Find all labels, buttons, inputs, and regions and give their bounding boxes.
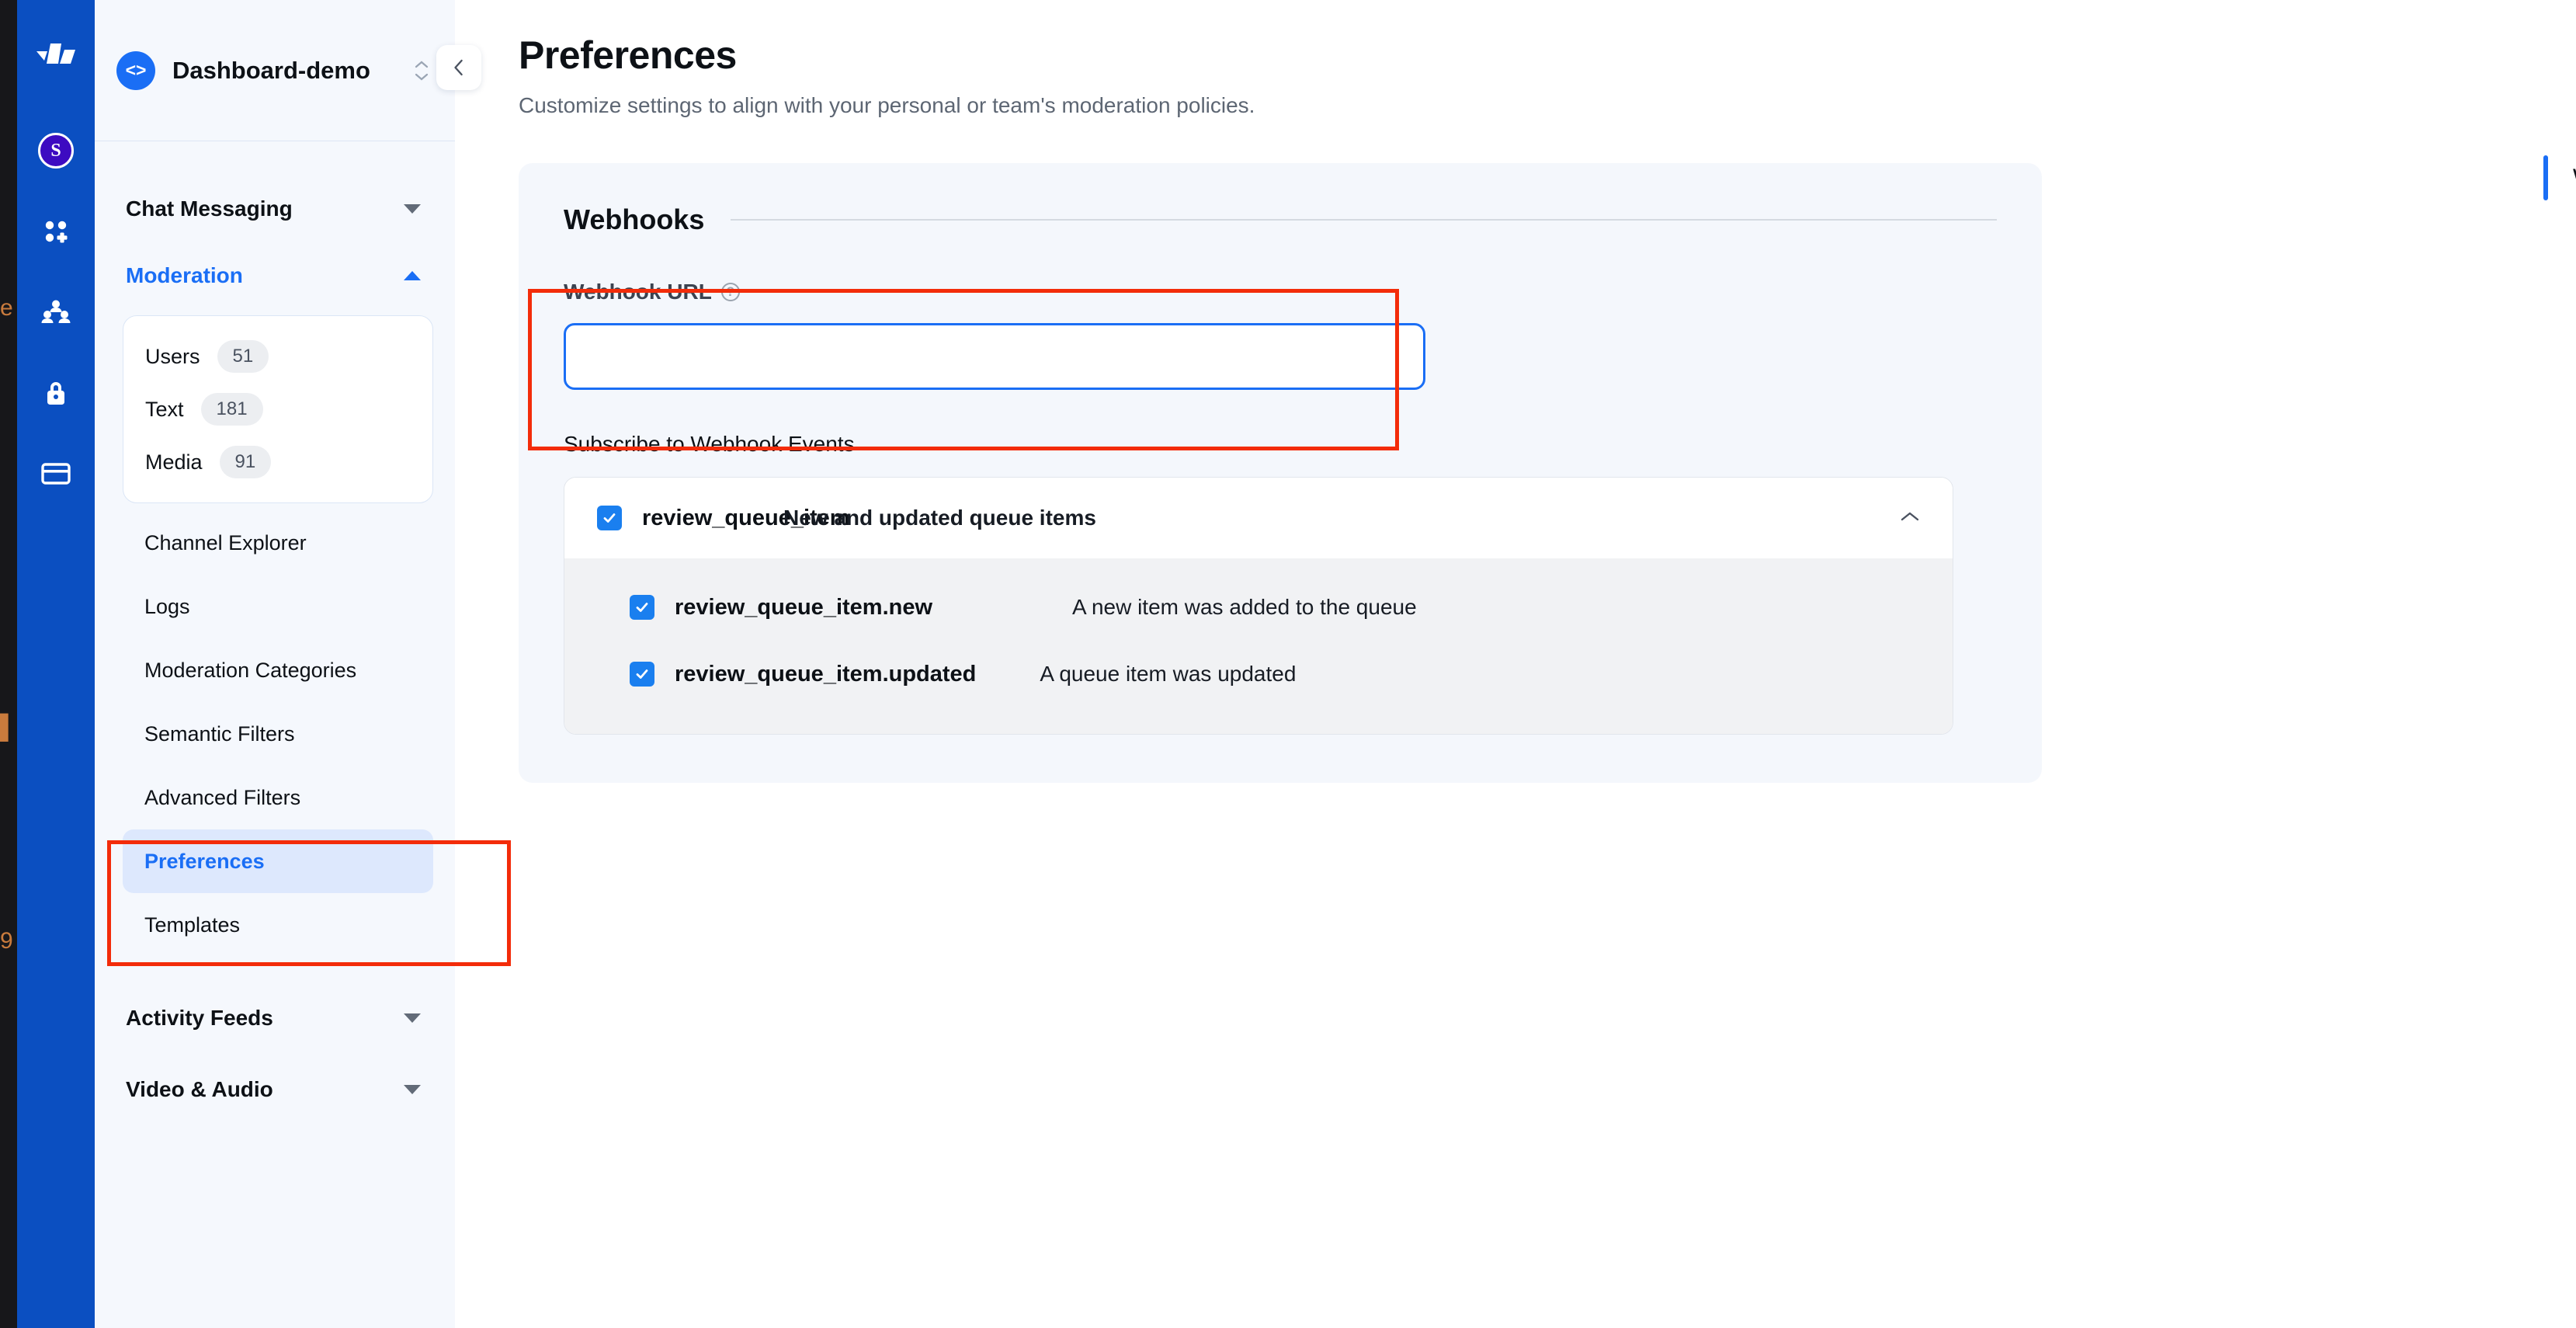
chevron-left-icon xyxy=(454,59,463,76)
event-name: review_queue_item.new xyxy=(675,594,933,620)
background-window-strip: e ▌ 9 xyxy=(0,0,17,1328)
sidebar-item-label: Logs xyxy=(144,594,190,618)
page-subtitle: Customize settings to align with your pe… xyxy=(519,93,1255,117)
main-content: Preferences Customize settings to align … xyxy=(455,0,2576,1328)
event-description: A queue item was updated xyxy=(1040,662,1297,686)
apps-add-icon[interactable] xyxy=(36,211,76,252)
queue-label: Media xyxy=(145,450,203,474)
sidebar-nav: Chat Messaging Moderation Users 51 Text … xyxy=(95,141,455,1123)
event-description: A new item was added to the queue xyxy=(1072,595,1417,619)
queue-count-badge: 181 xyxy=(200,393,263,426)
team-people-icon[interactable] xyxy=(36,292,76,332)
sidebar-item-media[interactable]: Media 91 xyxy=(123,436,432,488)
page-header: Preferences Customize settings to align … xyxy=(455,0,2576,118)
workspace-name: Dashboard-demo xyxy=(172,56,370,84)
background-ghost-text: 9 xyxy=(0,928,13,954)
sidebar-item-logs[interactable]: Logs xyxy=(123,575,433,638)
webhook-url-input[interactable] xyxy=(564,323,1425,390)
sidebar-item-advanced-filters[interactable]: Advanced Filters xyxy=(123,766,433,829)
sidebar-item-label: Preferences xyxy=(144,849,265,873)
sidebar-group-video-audio[interactable]: Video & Audio xyxy=(95,1056,455,1123)
sidebar-item-users[interactable]: Users 51 xyxy=(123,330,432,383)
chevron-down-icon xyxy=(404,1085,421,1094)
header-divider xyxy=(731,219,1997,221)
webhook-event-child-row[interactable]: review_queue_item.updated A queue item w… xyxy=(564,641,1953,707)
sidebar-item-label: Advanced Filters xyxy=(144,785,301,809)
workspace-code-icon: <> xyxy=(116,50,155,90)
chevron-up-down-icon xyxy=(415,61,429,81)
credit-card-icon[interactable] xyxy=(36,454,76,494)
queue-label: Text xyxy=(145,397,184,421)
sidebar-group-label: Moderation xyxy=(126,263,243,287)
sidebar-item-channel-explorer[interactable]: Channel Explorer xyxy=(123,511,433,575)
page-title: Preferences xyxy=(519,33,737,77)
sidebar-item-label: Moderation Categories xyxy=(144,658,357,682)
event-checkbox-review-queue-item[interactable] xyxy=(597,506,622,530)
webhook-url-label-text: Webhook URL xyxy=(564,280,712,304)
icon-rail: S xyxy=(17,0,95,1328)
webhook-event-children: review_queue_item.new A new item was add… xyxy=(564,558,1953,734)
webhook-url-label: Webhook URL ? xyxy=(564,280,1997,304)
event-checkbox-review-queue-item-new[interactable] xyxy=(630,595,654,620)
webhook-event-child-row[interactable]: review_queue_item.new A new item was add… xyxy=(564,574,1953,641)
sidebar-group-activity-feeds[interactable]: Activity Feeds xyxy=(95,985,455,1052)
background-ghost-text: ▌ xyxy=(0,714,17,740)
webhooks-card-title: Webhooks xyxy=(564,203,705,235)
sidebar-group-moderation[interactable]: Moderation xyxy=(95,242,455,309)
page-toc: Webhooks xyxy=(2543,155,2576,200)
navigation-sidebar: <> Dashboard-demo Chat Messaging Moderat… xyxy=(95,0,455,1328)
queue-count-badge: 51 xyxy=(217,340,269,373)
chevron-up-icon xyxy=(404,271,421,280)
sidebar-item-text[interactable]: Text 181 xyxy=(123,383,432,436)
app-window: e ▌ 9 S <> Dashboard-demo Chat Messaging… xyxy=(0,0,2576,1328)
sidebar-item-templates[interactable]: Templates xyxy=(123,893,433,957)
avatar-initial: S xyxy=(38,133,74,169)
subscribe-events-label: Subscribe to Webhook Events xyxy=(564,432,855,456)
toc-active-indicator xyxy=(2543,155,2548,200)
webhook-event-parent-row[interactable]: review_queue_item New and updated queue … xyxy=(564,478,1953,558)
form-actions: Cancel Submit xyxy=(519,839,2576,899)
queue-count-badge: 91 xyxy=(219,446,272,478)
help-circle-icon[interactable]: ? xyxy=(720,283,740,301)
user-avatar-badge[interactable]: S xyxy=(36,130,76,171)
workspace-switcher[interactable]: <> Dashboard-demo xyxy=(95,0,455,141)
background-ghost-text: e xyxy=(0,295,13,321)
sidebar-collapse-button[interactable] xyxy=(436,45,481,90)
webhooks-card: Webhooks Webhook URL ? Subscribe to Webh… xyxy=(519,163,2042,783)
sidebar-item-label: Templates xyxy=(144,913,241,937)
stream-logo-icon[interactable] xyxy=(35,40,77,71)
sidebar-group-label: Chat Messaging xyxy=(126,196,293,221)
toc-item-webhooks[interactable]: Webhooks xyxy=(2573,165,2576,191)
sidebar-group-chat-messaging[interactable]: Chat Messaging xyxy=(95,176,455,242)
chevron-up-icon[interactable] xyxy=(1900,510,1920,527)
webhook-url-field: Webhook URL ? xyxy=(564,280,1997,390)
chevron-down-icon xyxy=(404,204,421,214)
sidebar-item-moderation-categories[interactable]: Moderation Categories xyxy=(123,638,433,702)
event-checkbox-review-queue-item-updated[interactable] xyxy=(630,662,654,687)
sidebar-item-label: Semantic Filters xyxy=(144,721,295,746)
sidebar-group-label: Activity Feeds xyxy=(126,1006,273,1030)
webhooks-card-header: Webhooks xyxy=(564,203,1997,236)
webhook-events-list: review_queue_item New and updated queue … xyxy=(564,477,1953,735)
moderation-queue-card: Users 51 Text 181 Media 91 xyxy=(123,315,433,503)
event-name: review_queue_item.updated xyxy=(675,661,977,687)
event-description: New and updated queue items xyxy=(783,506,1096,530)
sidebar-item-preferences[interactable]: Preferences xyxy=(123,829,433,893)
sidebar-group-label: Video & Audio xyxy=(126,1077,273,1101)
sidebar-item-label: Channel Explorer xyxy=(144,530,307,554)
sidebar-item-semantic-filters[interactable]: Semantic Filters xyxy=(123,702,433,766)
chevron-down-icon xyxy=(404,1013,421,1023)
lock-icon[interactable] xyxy=(36,373,76,413)
queue-label: Users xyxy=(145,344,200,368)
